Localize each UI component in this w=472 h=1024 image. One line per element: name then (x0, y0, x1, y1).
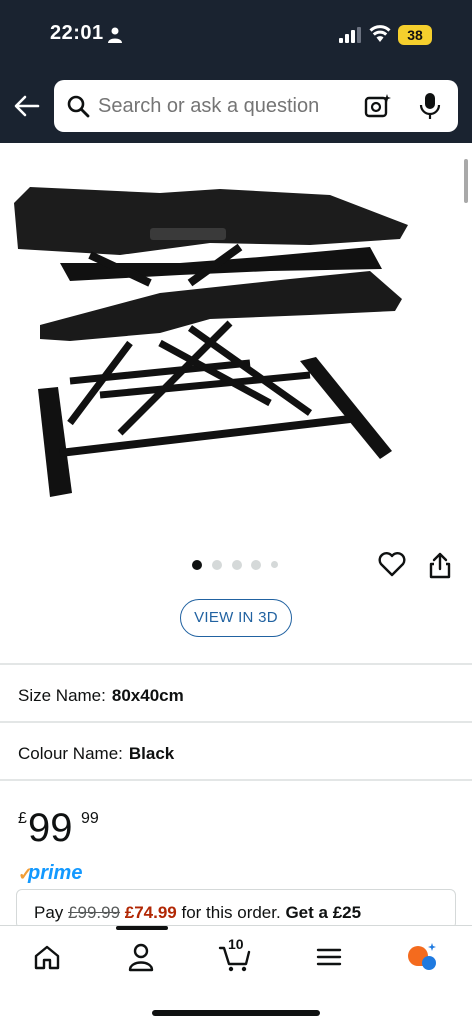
promo-offer[interactable]: Pay £99.99 £74.99 for this order. Get a … (16, 889, 456, 929)
product-image[interactable] (10, 163, 420, 503)
menu-icon[interactable] (314, 942, 344, 972)
size-value: 80x40cm (111, 686, 184, 705)
rufus-icon[interactable] (406, 942, 438, 972)
product-gallery[interactable]: VIEW IN 3D (0, 143, 472, 663)
prime-label: prime (28, 862, 83, 884)
offer-old-price: £99.99 (68, 903, 121, 922)
pagination-dot[interactable] (251, 560, 261, 570)
wifi-icon (369, 25, 391, 42)
signal-icon (339, 27, 361, 43)
home-icon[interactable] (32, 942, 62, 972)
heart-icon[interactable] (378, 551, 406, 577)
prime-badge: ✓ prime (18, 862, 88, 886)
offer-suffix: Get a £25 (285, 903, 362, 922)
colour-label: Colour Name: (18, 744, 123, 763)
offer-new-price: £74.99 (124, 903, 177, 922)
battery-icon: 38 (398, 25, 432, 45)
divider (0, 663, 472, 665)
search-input[interactable] (98, 80, 348, 132)
price-whole: 99 (28, 806, 73, 850)
cart-icon[interactable] (218, 942, 252, 972)
pagination-dot[interactable] (271, 561, 278, 568)
status-bar: 22:01 38 (0, 0, 472, 70)
camera-icon[interactable] (364, 92, 392, 120)
divider (0, 779, 472, 781)
colour-value: Black (128, 744, 175, 763)
price-fraction: 99 (81, 810, 99, 827)
home-indicator (152, 1010, 320, 1016)
scroll-indicator (464, 159, 468, 203)
share-icon[interactable] (428, 551, 452, 579)
person-icon (108, 27, 122, 43)
account-icon[interactable] (126, 942, 156, 972)
status-time: 22:01 (50, 22, 104, 44)
search-bar[interactable] (54, 80, 458, 132)
size-variation[interactable]: Size Name: 80x40cm (18, 686, 184, 706)
search-icon[interactable] (66, 94, 90, 118)
back-arrow-icon[interactable] (12, 91, 42, 121)
pagination-dot[interactable] (192, 560, 202, 570)
pagination-dot[interactable] (232, 560, 242, 570)
bottom-nav: 10 (0, 925, 472, 1024)
offer-middle: for this order. (181, 903, 281, 922)
offer-prefix: Pay (34, 903, 64, 922)
mic-icon[interactable] (418, 92, 442, 120)
pagination-dot[interactable] (212, 560, 222, 570)
size-label: Size Name: (18, 686, 106, 705)
colour-variation[interactable]: Colour Name: Black (18, 744, 174, 764)
price-currency: £ (18, 810, 27, 827)
nav-active-indicator (116, 926, 168, 930)
top-bar: 22:01 38 (0, 0, 472, 143)
view-in-3d-button[interactable]: VIEW IN 3D (180, 599, 292, 637)
divider (0, 721, 472, 723)
